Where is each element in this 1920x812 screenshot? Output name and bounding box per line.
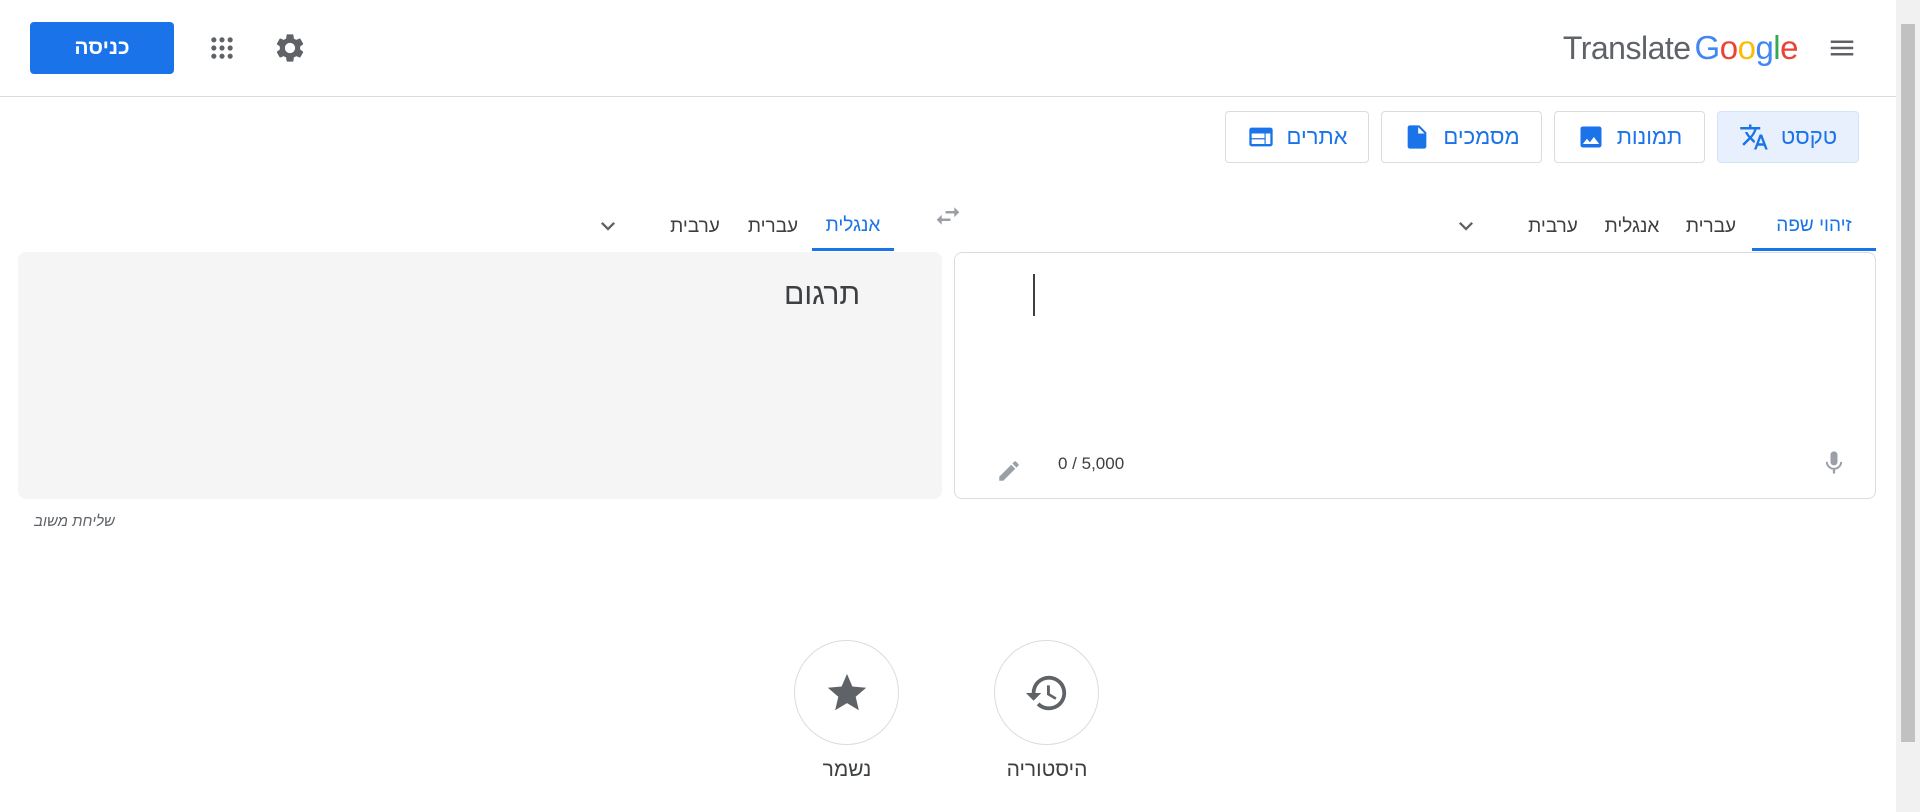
scrollbar-thumb[interactable] xyxy=(1901,24,1915,742)
saved-button[interactable] xyxy=(794,640,899,745)
gear-icon[interactable] xyxy=(270,28,310,68)
logo-letter: o xyxy=(1737,29,1756,66)
tab-source-english[interactable]: אנגלית xyxy=(1596,203,1668,251)
swap-languages-icon[interactable] xyxy=(928,196,968,236)
tab-source-detect[interactable]: זיהוי שפה xyxy=(1752,203,1876,251)
mode-text-label: טקסט xyxy=(1780,124,1838,149)
chevron-down-icon[interactable] xyxy=(588,203,628,249)
document-icon xyxy=(1408,125,1427,149)
logo-letter: e xyxy=(1780,29,1798,66)
send-feedback-link[interactable]: שליחת משוב xyxy=(34,513,115,530)
tab-source-arabic[interactable]: ערבית xyxy=(1518,203,1588,251)
history-icon xyxy=(1025,675,1066,710)
history-button[interactable] xyxy=(994,640,1099,745)
translate-icon xyxy=(1740,124,1768,150)
mode-images-button[interactable]: תמונות xyxy=(1554,111,1705,163)
tab-target-arabic[interactable]: ערבית xyxy=(660,203,730,251)
character-counter: 0 / 5,000 xyxy=(1058,454,1125,473)
mode-websites-button[interactable]: אתרים xyxy=(1225,111,1369,163)
saved-label: נשמר xyxy=(822,758,872,781)
mode-documents-button[interactable]: מסמכים xyxy=(1381,111,1542,163)
website-icon xyxy=(1248,127,1273,147)
logo-letter: G xyxy=(1694,29,1721,66)
tab-source-hebrew[interactable]: עברית xyxy=(1676,203,1746,251)
signin-button[interactable]: כניסה xyxy=(30,22,174,74)
history-label: היסטוריה xyxy=(1006,758,1088,781)
microphone-icon[interactable] xyxy=(1816,444,1852,482)
edit-pencil-icon[interactable] xyxy=(992,454,1026,488)
image-icon xyxy=(1580,126,1602,148)
mode-websites-label: אתרים xyxy=(1286,124,1348,149)
tab-target-hebrew[interactable]: עברית xyxy=(738,203,808,251)
google-translate-logo[interactable]: Translate Google xyxy=(1562,24,1799,72)
text-cursor xyxy=(1033,274,1035,316)
mode-text-button[interactable]: טקסט xyxy=(1717,111,1859,163)
mode-images-label: תמונות xyxy=(1616,124,1683,149)
translation-placeholder: תרגום xyxy=(784,278,861,311)
tab-target-english[interactable]: אנגלית xyxy=(812,203,894,251)
logo-letter: o xyxy=(1719,29,1738,66)
logo-translate-text: Translate xyxy=(1562,29,1691,66)
star-icon xyxy=(827,673,866,710)
mode-documents-label: מסמכים xyxy=(1443,124,1520,149)
apps-grid-icon[interactable] xyxy=(202,28,242,68)
hamburger-menu-icon[interactable] xyxy=(1822,28,1862,68)
chevron-down-icon[interactable] xyxy=(1446,203,1486,249)
logo-letter: g xyxy=(1755,29,1774,66)
logo-letter: l xyxy=(1773,29,1781,66)
